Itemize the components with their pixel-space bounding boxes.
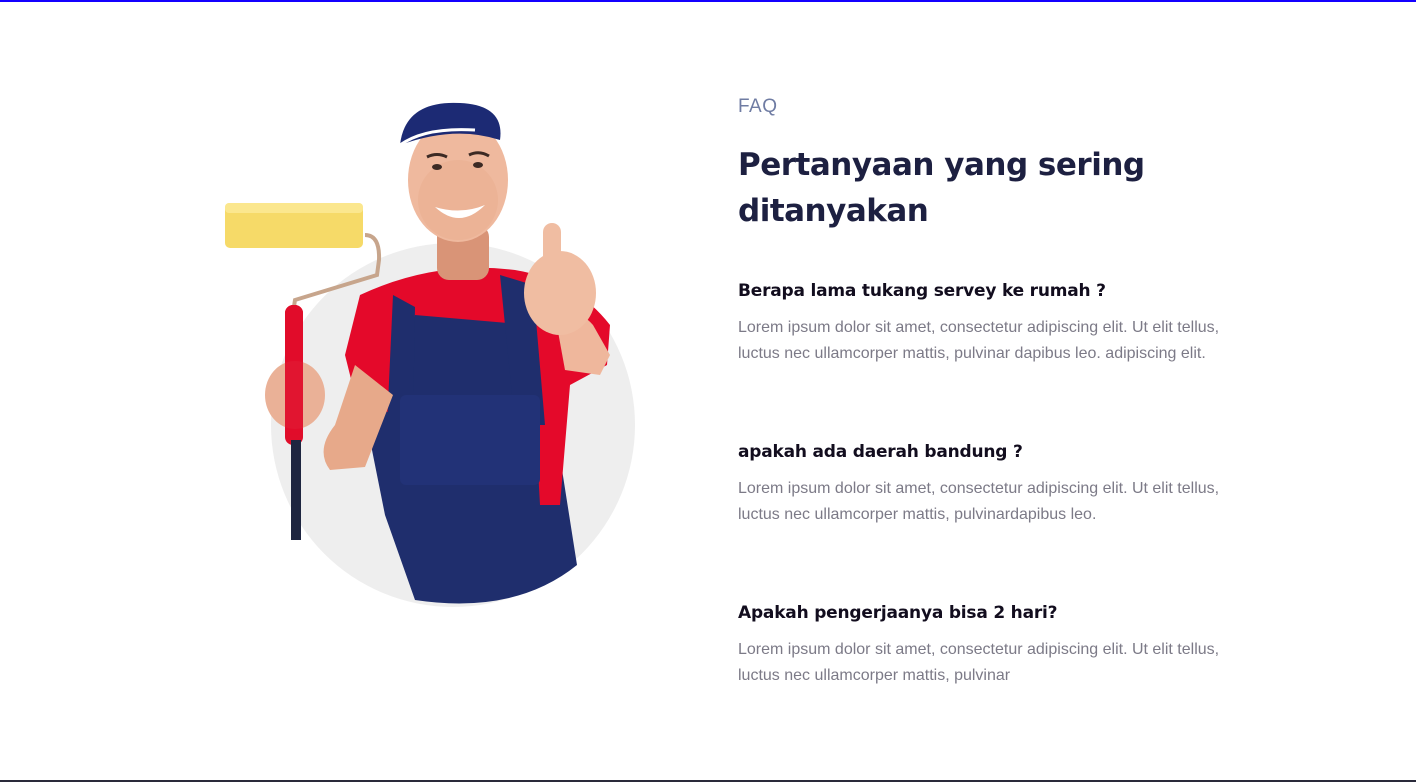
top-border-line <box>0 0 1416 2</box>
faq-heading: Pertanyaan yang sering ditanyakan <box>738 142 1258 234</box>
faq-item: apakah ada daerah bandung ? Lorem ipsum … <box>738 440 1258 528</box>
faq-heading-line2: ditanyakan <box>738 193 929 229</box>
roller-shaft <box>291 440 301 540</box>
faq-question[interactable]: Apakah pengerjaanya bisa 2 hari? <box>738 601 1258 625</box>
bottom-border-line <box>0 780 1416 782</box>
faq-item: Apakah pengerjaanya bisa 2 hari? Lorem i… <box>738 601 1258 689</box>
faq-answer: Lorem ipsum dolor sit amet, consectetur … <box>738 637 1238 689</box>
faq-answer-line: luctus nec ullamcorper mattis, pulvinard… <box>738 506 1097 523</box>
faq-answer-line: luctus nec ullamcorper mattis, pulvinar … <box>738 345 1206 362</box>
faq-answer: Lorem ipsum dolor sit amet, consectetur … <box>738 315 1238 367</box>
painter-image <box>225 102 635 607</box>
faq-answer-line: luctus nec ullamcorper mattis, pulvinar <box>738 667 1011 684</box>
faq-section: FAQ Pertanyaan yang sering ditanyakan Be… <box>738 94 1258 684</box>
faq-item: Berapa lama tukang servey ke rumah ? Lor… <box>738 279 1258 367</box>
faq-answer: Lorem ipsum dolor sit amet, consectetur … <box>738 476 1238 528</box>
faq-heading-line1: Pertanyaan yang sering <box>738 147 1145 183</box>
faq-answer-line: Lorem ipsum dolor sit amet, consectetur … <box>738 641 1220 658</box>
faq-answer-line: Lorem ipsum dolor sit amet, consectetur … <box>738 319 1220 336</box>
faq-eyebrow-label: FAQ <box>738 96 778 117</box>
faq-question[interactable]: Berapa lama tukang servey ke rumah ? <box>738 279 1258 303</box>
faq-answer-line: Lorem ipsum dolor sit amet, consectetur … <box>738 480 1220 497</box>
painter-illustration <box>215 95 645 615</box>
faq-page: FAQ Pertanyaan yang sering ditanyakan Be… <box>0 0 1416 783</box>
faq-question[interactable]: apakah ada daerah bandung ? <box>738 440 1258 464</box>
